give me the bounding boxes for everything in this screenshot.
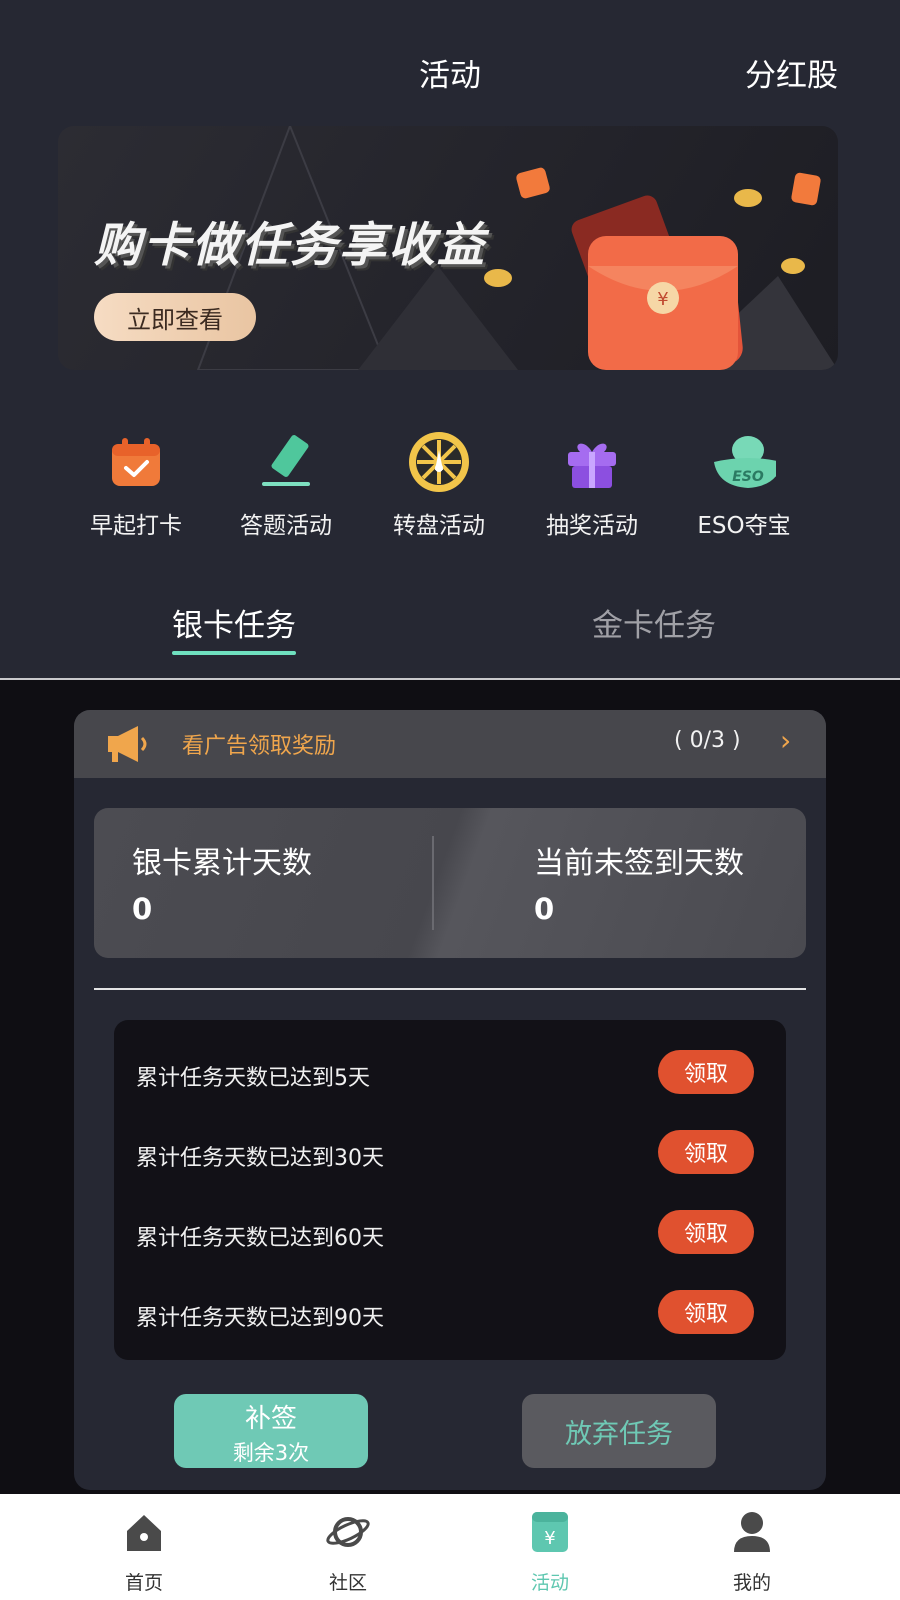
claim-button[interactable]: 领取: [658, 1130, 754, 1174]
pen-icon: [254, 430, 318, 494]
activity-quiz[interactable]: 答题活动: [208, 430, 364, 540]
list-item: 累计任务天数已达到5天 领取: [114, 1030, 786, 1110]
tab-silver-card[interactable]: 银卡任务: [172, 600, 296, 655]
list-item: 累计任务天数已达到30天 领取: [114, 1110, 786, 1190]
activity-early-checkin[interactable]: 早起打卡: [58, 430, 214, 540]
ad-reward-bar[interactable]: 看广告领取奖励 ( 0/3 ) ›: [74, 710, 826, 778]
megaphone-icon: [104, 724, 150, 768]
activity-icon-label: ¥: [544, 1528, 555, 1549]
top-section: 活动 分红股 ¥ 购卡做任务享收益 立即查看 早起打卡 答题活动 转盘活动 抽奖…: [0, 0, 900, 680]
banner-title: 购卡做任务享收益: [94, 218, 486, 273]
gift-icon: [560, 430, 624, 494]
ingot-label: ESO: [732, 469, 764, 485]
activity-wheel[interactable]: 转盘活动: [361, 430, 517, 540]
planet-icon: [288, 1508, 408, 1556]
view-now-button[interactable]: 立即查看: [94, 293, 256, 341]
nav-activity[interactable]: ¥ 活动: [490, 1508, 610, 1595]
nav-label: 社区: [328, 1572, 367, 1594]
task-tabs: 银卡任务 金卡任务: [0, 600, 900, 670]
chevron-right-icon[interactable]: ›: [780, 724, 791, 757]
claim-button[interactable]: 领取: [658, 1210, 754, 1254]
reward-text: 累计任务天数已达到5天: [136, 1066, 370, 1091]
dividend-link[interactable]: 分红股: [745, 50, 838, 95]
tab-gold-card[interactable]: 金卡任务: [592, 600, 716, 645]
activity-label: ESO夺宝: [697, 513, 791, 539]
tab-divider: [0, 678, 900, 680]
nav-label: 首页: [124, 1572, 163, 1594]
activity-label: 答题活动: [240, 513, 332, 539]
ingot-icon: ESO: [712, 430, 776, 494]
section-divider: [94, 988, 806, 990]
ad-progress-count: ( 0/3 ): [674, 728, 741, 753]
unsigned-days-value: 0: [534, 892, 555, 926]
activity-label: 早起打卡: [90, 513, 182, 539]
nav-label: 我的: [732, 1572, 771, 1594]
task-card: 看广告领取奖励 ( 0/3 ) › 银卡累计天数 0 当前未签到天数 0 累计任…: [74, 710, 826, 1490]
silver-days-value: 0: [132, 892, 153, 926]
home-icon: [84, 1508, 204, 1556]
silver-days-label: 银卡累计天数: [132, 846, 312, 881]
tab-label: 银卡任务: [172, 608, 296, 644]
reward-text: 累计任务天数已达到60天: [136, 1226, 384, 1251]
nav-home[interactable]: 首页: [84, 1508, 204, 1595]
unsigned-days-label: 当前未签到天数: [534, 846, 744, 881]
activity-label: 转盘活动: [393, 513, 485, 539]
resign-label: 补签: [244, 1404, 297, 1434]
reward-text: 累计任务天数已达到30天: [136, 1146, 384, 1171]
nav-community[interactable]: 社区: [288, 1508, 408, 1595]
nav-profile[interactable]: 我的: [692, 1508, 812, 1595]
promo-banner[interactable]: ¥ 购卡做任务享收益 立即查看: [58, 126, 838, 370]
wheel-icon: [407, 430, 471, 494]
stats-panel: 银卡累计天数 0 当前未签到天数 0: [94, 808, 806, 958]
list-item: 累计任务天数已达到90天 领取: [114, 1270, 786, 1350]
abandon-task-button[interactable]: 放弃任务: [522, 1394, 716, 1468]
calendar-check-icon: [104, 430, 168, 494]
activity-lottery[interactable]: 抽奖活动: [514, 430, 670, 540]
resign-button[interactable]: 补签 剩余3次: [174, 1394, 368, 1468]
activity-eso-treasure[interactable]: ESO ESO夺宝: [666, 430, 822, 540]
activity-shortcuts: 早起打卡 答题活动 转盘活动 抽奖活动 ESO ESO夺宝: [0, 430, 900, 550]
ad-reward-text: 看广告领取奖励: [182, 734, 337, 759]
reward-text: 累计任务天数已达到90天: [136, 1306, 384, 1331]
svg-text:¥: ¥: [657, 289, 668, 310]
milestone-rewards: 累计任务天数已达到5天 领取 累计任务天数已达到30天 领取 累计任务天数已达到…: [114, 1020, 786, 1360]
stats-divider: [432, 836, 434, 930]
list-item: 累计任务天数已达到60天 领取: [114, 1190, 786, 1270]
tab-active-indicator: [172, 651, 296, 655]
nav-label: 活动: [530, 1572, 569, 1594]
tab-label: 金卡任务: [592, 608, 716, 644]
claim-button[interactable]: 领取: [658, 1290, 754, 1334]
resign-remaining: 剩余3次: [232, 1441, 310, 1465]
user-icon: [692, 1508, 812, 1556]
claim-button[interactable]: 领取: [658, 1050, 754, 1094]
activity-icon: ¥: [490, 1508, 610, 1556]
bottom-nav: 首页 社区 ¥ 活动 我的: [0, 1494, 900, 1600]
activity-label: 抽奖活动: [546, 513, 638, 539]
